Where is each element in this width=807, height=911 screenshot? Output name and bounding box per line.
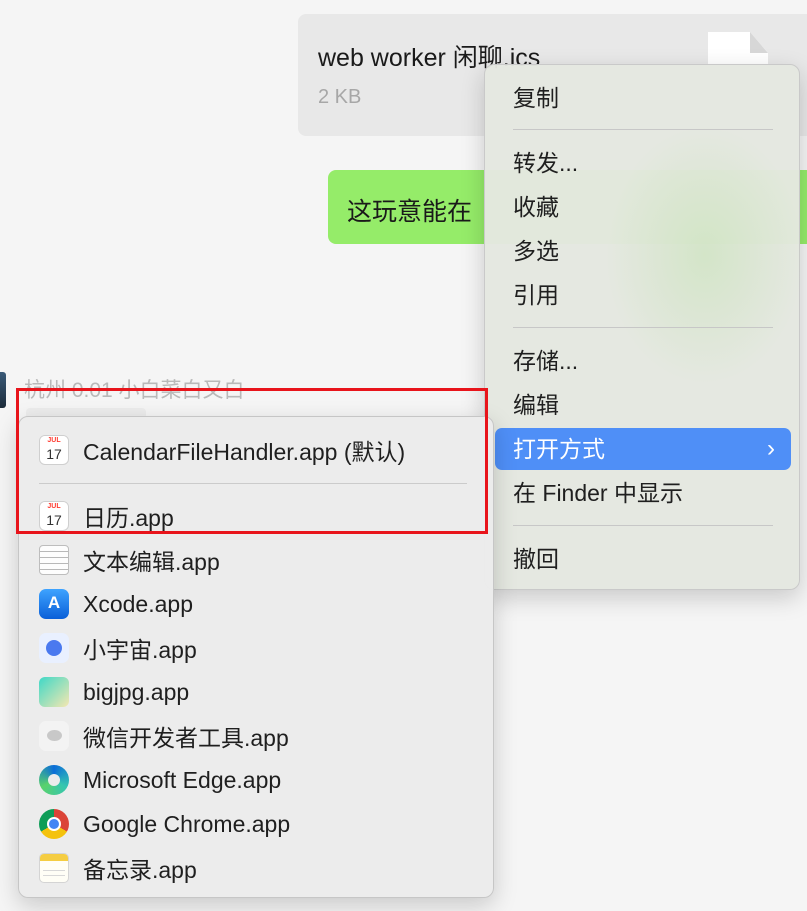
menu-item-label: 引用: [513, 282, 559, 308]
menu-item-save[interactable]: 存储...: [495, 340, 791, 382]
textedit-icon: [39, 545, 69, 575]
bigjpg-icon: [39, 677, 69, 707]
context-menu: 复制 转发... 收藏 多选 引用 存储... 编辑 打开方式 › 在 Find…: [484, 64, 805, 590]
sender-name: 杭州 0.01 小白菜白又白: [24, 379, 245, 402]
menu-item-recall[interactable]: 撤回: [495, 538, 791, 580]
chevron-right-icon: ›: [767, 435, 775, 462]
xcode-icon: [39, 589, 69, 619]
menu-item-label: 复制: [513, 85, 559, 111]
open-with-xiaoyuzhou[interactable]: 小宇宙.app: [39, 628, 479, 668]
open-with-calendar[interactable]: JUL 17 日历.app: [39, 496, 479, 536]
app-label: 小宇宙.app: [83, 637, 197, 663]
menu-separator: [513, 525, 773, 526]
calendar-day: 17: [46, 446, 62, 462]
xiaoyuzhou-icon: [39, 633, 69, 663]
open-with-bigjpg[interactable]: bigjpg.app: [39, 672, 479, 712]
sent-message-text: 这玩意能在: [347, 198, 473, 226]
avatar[interactable]: [0, 372, 6, 408]
open-with-edge[interactable]: Microsoft Edge.app: [39, 760, 479, 800]
menu-item-label: 在 Finder 中显示: [513, 480, 683, 506]
open-with-submenu: JUL 17 CalendarFileHandler.app (默认) JUL …: [18, 416, 494, 898]
open-with-calendarfilehandler[interactable]: JUL 17 CalendarFileHandler.app (默认): [39, 430, 479, 470]
menu-separator: [513, 129, 773, 130]
menu-item-label: 撤回: [513, 546, 559, 572]
calendar-icon: JUL 17: [39, 501, 69, 531]
menu-item-multiselect[interactable]: 多选: [495, 230, 791, 272]
menu-item-label: 收藏: [513, 194, 559, 220]
app-label: 备忘录.app: [83, 857, 197, 883]
menu-item-edit[interactable]: 编辑: [495, 384, 791, 426]
menu-item-label: 打开方式: [513, 436, 605, 462]
calendar-day: 17: [46, 512, 62, 528]
menu-item-favorite[interactable]: 收藏: [495, 186, 791, 228]
app-label: Google Chrome.app: [83, 810, 291, 837]
menu-item-quote[interactable]: 引用: [495, 274, 791, 316]
wechat-devtools-icon: [39, 721, 69, 751]
calendar-month: JUL: [40, 436, 68, 445]
app-label: Xcode.app: [83, 590, 193, 617]
edge-icon: [39, 765, 69, 795]
menu-item-open-with[interactable]: 打开方式 ›: [495, 428, 791, 470]
open-with-chrome[interactable]: Google Chrome.app: [39, 804, 479, 844]
calendar-month: JUL: [40, 502, 68, 511]
app-label: Microsoft Edge.app: [83, 766, 282, 793]
chrome-icon: [39, 809, 69, 839]
menu-item-label: 编辑: [513, 392, 559, 418]
app-label: 微信开发者工具.app: [83, 725, 289, 751]
menu-item-label: 转发...: [513, 150, 579, 176]
menu-separator: [513, 327, 773, 328]
menu-item-show-in-finder[interactable]: 在 Finder 中显示: [495, 472, 791, 514]
menu-item-label: 多选: [513, 238, 559, 264]
menu-item-forward[interactable]: 转发...: [495, 142, 791, 184]
notes-icon: [39, 853, 69, 883]
open-with-wechat-devtools[interactable]: 微信开发者工具.app: [39, 716, 479, 756]
open-with-xcode[interactable]: Xcode.app: [39, 584, 479, 624]
app-label: bigjpg.app: [83, 678, 190, 705]
open-with-notes[interactable]: 备忘录.app: [39, 848, 479, 888]
menu-item-label: 存储...: [513, 348, 579, 374]
calendar-icon: JUL 17: [39, 435, 69, 465]
app-label: 文本编辑.app: [83, 549, 220, 575]
app-label: 日历.app: [83, 505, 174, 531]
open-with-textedit[interactable]: 文本编辑.app: [39, 540, 479, 580]
menu-separator: [39, 483, 467, 484]
file-size: 2 KB: [318, 86, 362, 108]
menu-item-copy[interactable]: 复制: [495, 77, 791, 119]
app-label: CalendarFileHandler.app (默认): [83, 439, 406, 465]
